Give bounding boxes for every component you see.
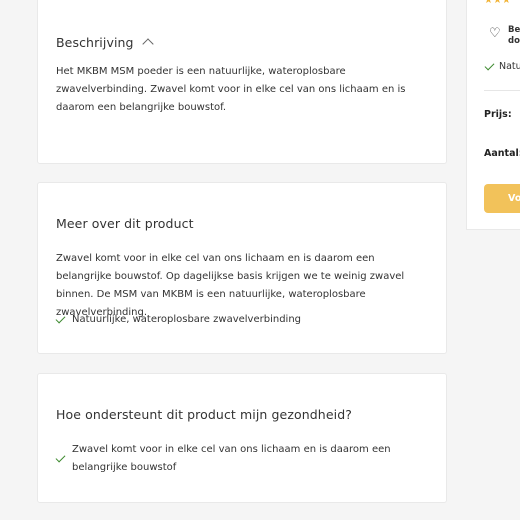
description-toggle[interactable]: Beschrijving — [56, 35, 154, 50]
page: Beschrijving Het MKBM MSM poeder is een … — [0, 0, 520, 520]
checkmark-icon — [55, 313, 66, 324]
description-title: Beschrijving — [56, 35, 134, 50]
rating-stars[interactable]: ★★★ — [484, 0, 511, 6]
product-buy-box: ★★★ ♡ Be do Natu Prijs: Aantal: Vo — [466, 0, 520, 230]
feature-list-item: Natuurlijke, wateroplosbare zwavelverbin… — [55, 311, 426, 329]
quantity-label: Aantal: — [484, 148, 520, 159]
feature-text: Natuurlijke, wateroplosbare zwavelverbin… — [72, 314, 301, 325]
natural-badge: Natu — [484, 60, 520, 72]
health-support-card: Hoe ondersteunt dit product mijn gezondh… — [37, 373, 447, 503]
benefit-text: Zwavel komt voor in elke cel van ons lic… — [72, 444, 391, 473]
heart-icon[interactable]: ♡ — [489, 26, 501, 41]
wishlist-text-line-2: do — [508, 36, 520, 46]
wishlist-link[interactable]: Be do — [508, 25, 520, 47]
price-label: Prijs: — [484, 109, 512, 120]
add-to-cart-button[interactable]: Vo — [484, 184, 520, 213]
more-about-product-card: Meer over dit product Zwavel komt voor i… — [37, 182, 447, 354]
benefit-list-item: Zwavel komt voor in elke cel van ons lic… — [55, 441, 426, 477]
health-support-title: Hoe ondersteunt dit product mijn gezondh… — [56, 407, 352, 422]
divider — [484, 90, 520, 91]
description-text: Het MKBM MSM poeder is een natuurlijke, … — [56, 66, 406, 113]
chevron-up-icon[interactable] — [141, 38, 154, 50]
natural-badge-text: Natu — [499, 61, 520, 72]
description-card: Beschrijving Het MKBM MSM poeder is een … — [37, 0, 447, 164]
checkmark-icon — [55, 452, 66, 463]
wishlist-text-line-1: Be — [508, 25, 520, 35]
more-about-product-title: Meer over dit product — [56, 216, 194, 231]
checkmark-icon — [484, 60, 495, 70]
